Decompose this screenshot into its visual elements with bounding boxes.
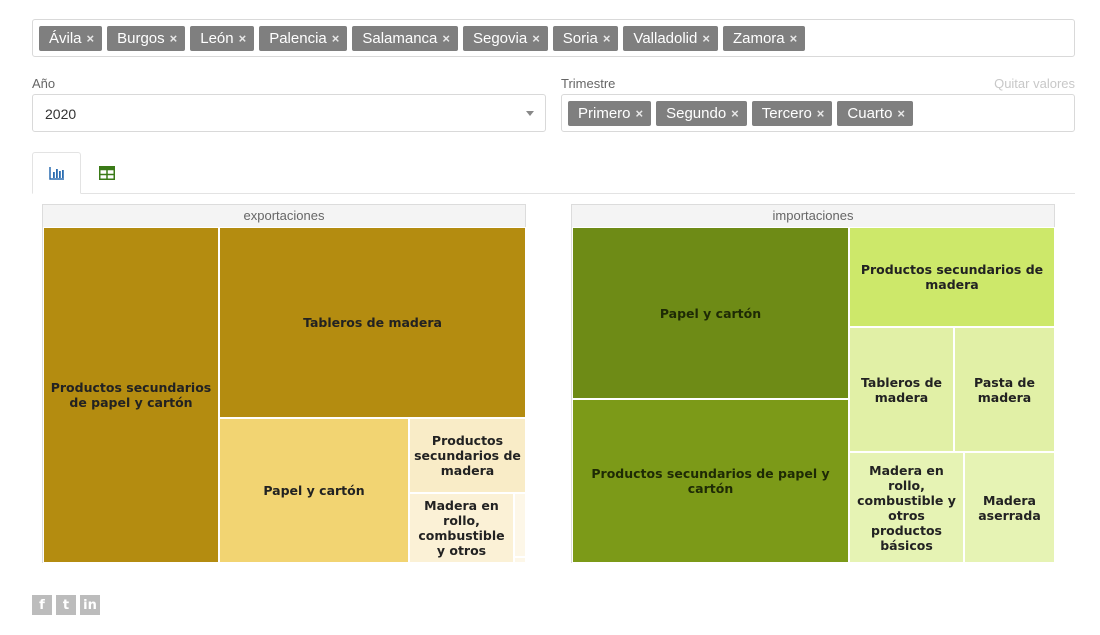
social-share-bar: f t in [32,595,100,615]
province-tag-label: Ávila [49,30,82,47]
province-tag[interactable]: Ávila × [39,26,103,51]
exports-treemap-cell[interactable] [514,493,526,557]
remove-tag-icon[interactable]: × [332,26,340,51]
quarter-tag-label: Segundo [666,105,727,122]
year-select[interactable]: 2020 [32,94,546,132]
remove-tag-icon[interactable]: × [790,26,798,51]
province-tag-label: Segovia [472,30,528,47]
imports-treemap: importaciones Papel y cartón Productos se… [571,204,1055,563]
province-tag-label: Salamanca [362,30,438,47]
remove-tag-icon[interactable]: × [817,101,825,126]
imports-treemap-cell[interactable]: Tableros de madera [849,327,954,452]
remove-tag-icon[interactable]: × [731,101,739,126]
province-tag[interactable]: León × [190,26,255,51]
quarter-label: Trimestre [561,76,616,91]
province-tag-label: Valladolid [633,30,698,47]
imports-treemap-cell[interactable]: Productos secundarios de papel y cartón [572,399,849,563]
province-tag-label: Soria [562,30,598,47]
province-tag[interactable]: Salamanca × [352,26,458,51]
remove-tag-icon[interactable]: × [897,101,905,126]
facebook-icon[interactable]: f [32,595,52,615]
province-tag[interactable]: Burgos × [107,26,186,51]
bar-chart-icon [48,167,64,180]
remove-tag-icon[interactable]: × [442,26,450,51]
imports-treemap-cell[interactable]: Pasta de madera [954,327,1055,452]
quarter-tag[interactable]: Cuarto × [837,101,914,126]
remove-tag-icon[interactable]: × [170,26,178,51]
tab-chart[interactable] [32,152,81,194]
remove-tag-icon[interactable]: × [636,101,644,126]
province-tag-label: Zamora [732,30,785,47]
quarter-tag-label: Primero [578,105,631,122]
twitter-icon[interactable]: t [56,595,76,615]
imports-treemap-title: importaciones [572,205,1054,228]
province-tag-label: León [200,30,234,47]
imports-treemap-cell[interactable]: Papel y cartón [572,227,849,399]
remove-tag-icon[interactable]: × [603,26,611,51]
exports-treemap-cell[interactable]: Tableros de madera [219,227,526,418]
linkedin-icon[interactable]: in [80,595,100,615]
quarter-tag-label: Tercero [761,105,812,122]
quarter-tag[interactable]: Segundo × [656,101,747,126]
tabs-divider [32,193,1075,194]
province-tag-label: Palencia [269,30,327,47]
exports-treemap-cell[interactable]: Papel y cartón [219,418,409,563]
exports-treemap-title: exportaciones [43,205,525,228]
remove-tag-icon[interactable]: × [239,26,247,51]
exports-treemap-cell[interactable]: Productos secundarios de madera [409,418,526,493]
exports-treemap-cell[interactable]: Productos secundarios de papel y cartón [43,227,219,563]
province-tag[interactable]: Soria × [552,26,619,51]
remove-tag-icon[interactable]: × [532,26,540,51]
province-tag[interactable]: Valladolid × [623,26,718,51]
remove-tag-icon[interactable]: × [87,26,95,51]
clear-values-link[interactable]: Quitar valores [994,76,1075,91]
year-value: 2020 [45,106,77,122]
province-tag-label: Burgos [117,30,165,47]
province-tag[interactable]: Segovia × [462,26,548,51]
quarter-tag-label: Cuarto [847,105,893,122]
quarter-tag[interactable]: Tercero × [751,101,833,126]
province-multiselect[interactable]: Ávila × Burgos × León × Palencia × Salamanca × Seg… [32,19,1075,57]
year-label: Año [32,76,56,91]
exports-treemap: exportaciones Productos secundarios de p… [42,204,526,563]
table-icon [98,165,115,180]
province-tag[interactable]: Palencia × [259,26,348,51]
imports-treemap-cell[interactable]: Madera en rollo, combustible y otros pro… [849,452,964,563]
quarter-tag[interactable]: Primero × [568,101,652,126]
chevron-down-icon[interactable] [526,111,534,116]
province-tag[interactable]: Zamora × [722,26,806,51]
imports-treemap-cell[interactable]: Madera aserrada [964,452,1055,563]
exports-treemap-cell[interactable] [514,557,526,563]
remove-tag-icon[interactable]: × [702,26,710,51]
province-tag-list: Ávila × Burgos × León × Palencia × Salamanca × Seg… [39,26,806,51]
exports-treemap-cell[interactable]: Madera en rollo, combustible y otros [409,493,514,563]
quarter-tag-list: Primero × Segundo × Tercero × Cuarto × [568,101,914,126]
imports-treemap-cell[interactable]: Productos secundarios de madera [849,227,1055,327]
quarter-multiselect[interactable]: Primero × Segundo × Tercero × Cuarto × [561,94,1075,132]
tab-table[interactable] [82,152,131,193]
